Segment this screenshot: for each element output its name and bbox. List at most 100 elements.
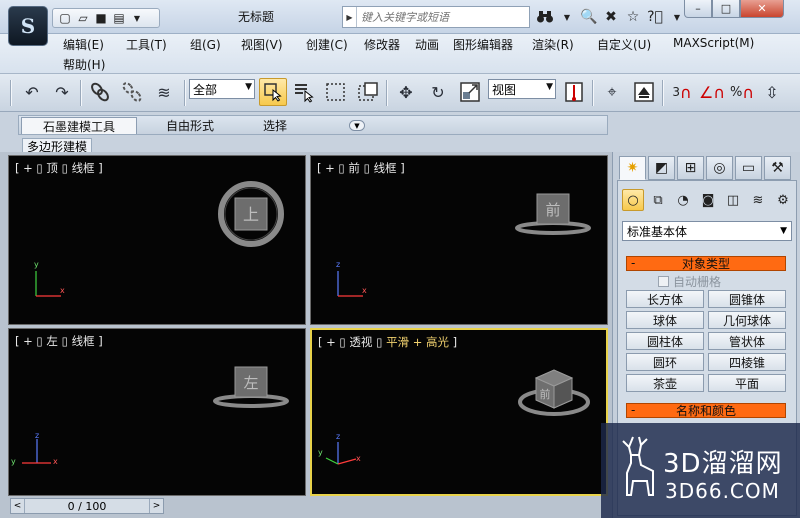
open-icon[interactable]: ▱ [75, 10, 91, 26]
app-logo-button[interactable]: S [8, 6, 48, 46]
tab-graphite-modeling[interactable]: 石墨建模工具 [21, 117, 137, 134]
menu-create[interactable]: 创建(C) [306, 36, 348, 53]
geometry-icon[interactable]: ○ [622, 189, 644, 211]
viewport-label[interactable]: [ + ▯ 透视 ▯ 平滑 + 高光 ] [318, 334, 457, 350]
cameras-icon[interactable]: ◙ [697, 189, 719, 211]
menu-customize[interactable]: 自定义(U) [597, 36, 651, 53]
time-prev-button[interactable]: < [11, 499, 25, 513]
dropdown-icon[interactable]: ▼ [558, 7, 576, 27]
new-icon[interactable]: ▢ [57, 10, 73, 26]
save-icon[interactable]: ■ [93, 10, 109, 26]
dropdown-icon[interactable]: ▼ [129, 10, 145, 26]
select-object-icon[interactable] [259, 78, 287, 106]
teapot-button[interactable]: 茶壶 [626, 374, 704, 392]
search-input[interactable] [357, 8, 527, 26]
cone-button[interactable]: 圆锥体 [708, 290, 786, 308]
pivot-icon[interactable] [562, 80, 586, 104]
window-crossing-icon[interactable] [356, 80, 380, 104]
tab-freeform[interactable]: 自由形式 [147, 117, 233, 134]
utilities-icon[interactable]: ⚒ [764, 156, 791, 180]
plane-button[interactable]: 平面 [708, 374, 786, 392]
viewport-label[interactable]: [ + ▯ 顶 ▯ 线框 ] [15, 160, 103, 176]
time-slider[interactable]: < 0 / 100 > [10, 498, 164, 514]
viewport-top[interactable]: [ + ▯ 顶 ▯ 线框 ] 上 y x [8, 155, 306, 325]
menu-views[interactable]: 视图(V) [241, 36, 283, 53]
spinner-snap-icon[interactable]: ⇳ [760, 80, 784, 104]
undo-icon[interactable]: ↶ [20, 80, 44, 104]
bind-space-warp-icon[interactable]: ≋ [152, 80, 176, 104]
project-folder-icon[interactable]: ▤ [111, 10, 127, 26]
viewcube[interactable]: 前 [511, 186, 595, 240]
viewport-label[interactable]: [ + ▯ 左 ▯ 线框 ] [15, 333, 103, 349]
create-icon[interactable]: ✷ [619, 156, 646, 180]
communication-icon[interactable]: ✖ [602, 7, 620, 27]
menu-tools[interactable]: 工具(T) [126, 36, 167, 53]
ribbon-minimize-toggle[interactable]: ▼ [349, 120, 365, 131]
tab-selection[interactable]: 选择 [245, 117, 305, 134]
rotate-icon[interactable]: ↻ [426, 80, 450, 104]
viewport-left[interactable]: [ + ▯ 左 ▯ 线框 ] 左 z y x [8, 328, 306, 496]
pyramid-button[interactable]: 四棱锥 [708, 353, 786, 371]
rollout-object-type[interactable]: - 对象类型 [626, 256, 786, 271]
link-icon[interactable] [88, 80, 112, 104]
binoculars-icon[interactable] [536, 7, 554, 27]
selection-filter-dropdown[interactable]: 全部 ▼ [189, 79, 255, 99]
star-icon[interactable]: ☆ [624, 7, 642, 27]
angle-snap-icon[interactable]: ∠∩ [699, 80, 725, 104]
viewcube[interactable]: 上 [211, 174, 291, 254]
lights-icon[interactable]: ◔ [672, 189, 694, 211]
menu-maxscript[interactable]: MAXScript(M) [673, 36, 754, 50]
menu-graph-editors[interactable]: 图形编辑器 [453, 36, 513, 53]
tube-button[interactable]: 管状体 [708, 332, 786, 350]
viewcube[interactable]: 左 [209, 359, 293, 413]
subscription-icon[interactable]: 🔍 [580, 7, 598, 27]
close-button[interactable]: ✕ [740, 0, 784, 18]
scale-icon[interactable] [458, 80, 482, 104]
modify-icon[interactable]: ◩ [648, 156, 675, 180]
motion-icon[interactable]: ◎ [706, 156, 733, 180]
box-button[interactable]: 长方体 [626, 290, 704, 308]
viewport-front[interactable]: [ + ▯ 前 ▯ 线框 ] 前 z x [310, 155, 608, 325]
time-next-button[interactable]: > [149, 499, 163, 513]
move-icon[interactable]: ✥ [394, 80, 418, 104]
autogrid-checkbox[interactable] [658, 276, 669, 287]
systems-icon[interactable]: ⚙ [772, 189, 794, 211]
viewport-perspective[interactable]: [ + ▯ 透视 ▯ 平滑 + 高光 ] 前 z y x [310, 328, 608, 496]
sphere-button[interactable]: 球体 [626, 311, 704, 329]
spacewarps-icon[interactable]: ≋ [747, 189, 769, 211]
search-expand-icon[interactable]: ▶ [343, 7, 357, 27]
percent-snap-icon[interactable]: % ∩ [730, 80, 754, 104]
rollout-name-and-color[interactable]: - 名称和颜色 [626, 403, 786, 418]
menu-help[interactable]: 帮助(H) [63, 56, 105, 73]
menu-animation[interactable]: 动画 [415, 36, 439, 53]
viewport-label[interactable]: [ + ▯ 前 ▯ 线框 ] [317, 160, 405, 176]
keyboard-shortcut-icon[interactable] [632, 80, 656, 104]
torus-button[interactable]: 圆环 [626, 353, 704, 371]
redo-icon[interactable]: ↷ [50, 80, 74, 104]
display-icon[interactable]: ▭ [735, 156, 762, 180]
cylinder-button[interactable]: 圆柱体 [626, 332, 704, 350]
viewcube[interactable]: 前 [512, 360, 596, 420]
helpers-icon[interactable]: ◫ [722, 189, 744, 211]
snap-3d-icon[interactable]: 3 ∩ [670, 80, 694, 104]
unlink-icon[interactable] [120, 80, 144, 104]
shapes-icon[interactable]: ⧉ [647, 189, 669, 211]
svg-text:左: 左 [243, 374, 258, 392]
menu-modifiers[interactable]: 修改器 [364, 36, 400, 53]
menu-rendering[interactable]: 渲染(R) [532, 36, 574, 53]
minimize-button[interactable]: – [684, 0, 712, 18]
hierarchy-icon[interactable]: ⊞ [677, 156, 704, 180]
maximize-button[interactable]: □ [712, 0, 740, 18]
menu-group[interactable]: 组(G) [190, 36, 221, 53]
select-by-name-icon[interactable] [292, 80, 316, 104]
select-and-manipulate-icon[interactable]: ⌖ [600, 80, 624, 104]
info-center-search[interactable]: ▶ [342, 6, 530, 28]
help-icon[interactable]: ?⃝ [646, 7, 664, 27]
rect-selection-icon[interactable] [324, 80, 348, 104]
object-subtype-dropdown[interactable]: 标准基本体 ▼ [622, 221, 792, 241]
autogrid-option[interactable]: 自动栅格 [658, 273, 721, 290]
menu-edit[interactable]: 编辑(E) [63, 36, 104, 53]
command-panel-tabs: ✷ ◩ ⊞ ◎ ▭ ⚒ [619, 156, 791, 180]
geosphere-button[interactable]: 几何球体 [708, 311, 786, 329]
reference-coordinate-dropdown[interactable]: 视图 ▼ [488, 79, 556, 99]
